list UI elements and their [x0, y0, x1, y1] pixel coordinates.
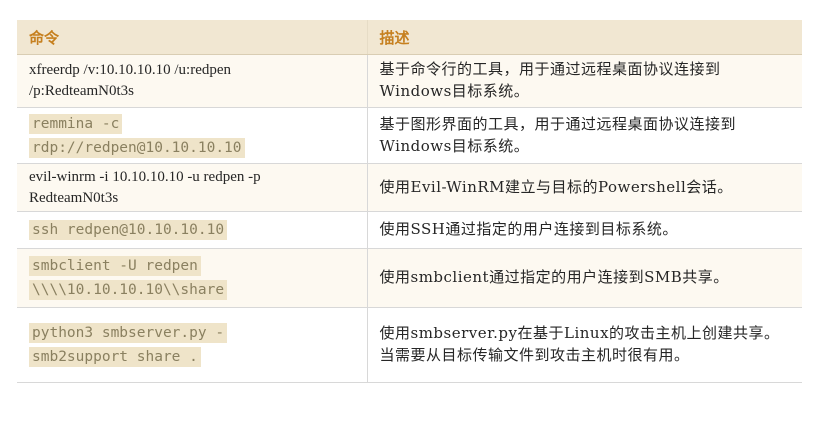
description-cell: 基于命令行的工具，用于通过远程桌面协议连接到Windows目标系统。 — [366, 54, 802, 108]
command-cell: ssh redpen@10.10.10.10 — [17, 211, 367, 249]
description-cell: 使用smbclient通过指定的用户连接到SMB共享。 — [366, 248, 802, 308]
description-text: 基于图形界面的工具，用于通过远程桌面协议连接到Windows目标系统。 — [379, 114, 737, 155]
command-text: xfreerdp /v:10.10.10.10 /u:redpen /p:Red… — [29, 62, 232, 99]
description-text: 使用smbserver.py在基于Linux的攻击主机上创建共享。当需要从目标传… — [379, 324, 780, 364]
command-code: ssh redpen@10.10.10.10 — [29, 220, 228, 240]
command-code: remmina -c rdp://redpen@10.10.10.10 — [29, 113, 245, 158]
header-row: 命令 描述 — [17, 20, 802, 55]
table-row: python3 smbserver.py - smb2support share… — [17, 307, 802, 383]
table-row: evil-winrm -i 10.10.10.10 -u redpen -p R… — [17, 163, 802, 212]
command-table: 命令 描述 xfreerdp /v:10.10.10.10 /u:redpen … — [17, 20, 802, 383]
command-cell: remmina -c rdp://redpen@10.10.10.10 — [17, 107, 367, 164]
description-cell: 使用SSH通过指定的用户连接到目标系统。 — [366, 211, 802, 249]
table-row: ssh redpen@10.10.10.10 使用SSH通过指定的用户连接到目标… — [17, 211, 802, 249]
description-cell: 基于图形界面的工具，用于通过远程桌面协议连接到Windows目标系统。 — [366, 107, 802, 164]
command-cell: python3 smbserver.py - smb2support share… — [17, 307, 367, 383]
table-row: xfreerdp /v:10.10.10.10 /u:redpen /p:Red… — [17, 54, 802, 108]
description-text: 使用smbclient通过指定的用户连接到SMB共享。 — [379, 268, 729, 286]
header-description: 描述 — [366, 20, 802, 55]
command-cell: smbclient -U redpen \\\\10.10.10.10\\sha… — [17, 248, 367, 308]
command-text: evil-winrm -i 10.10.10.10 -u redpen -p R… — [29, 168, 261, 206]
command-cell: xfreerdp /v:10.10.10.10 /u:redpen /p:Red… — [17, 54, 367, 108]
table-row: smbclient -U redpen \\\\10.10.10.10\\sha… — [17, 248, 802, 308]
command-cell: evil-winrm -i 10.10.10.10 -u redpen -p R… — [17, 163, 367, 212]
command-code: smbclient -U redpen \\\\10.10.10.10\\sha… — [29, 256, 228, 300]
description-text: 使用SSH通过指定的用户连接到目标系统。 — [379, 220, 678, 238]
description-text: 使用Evil-WinRM建立与目标的Powershell会话。 — [379, 177, 733, 196]
table-body: xfreerdp /v:10.10.10.10 /u:redpen /p:Red… — [17, 54, 802, 383]
command-code: python3 smbserver.py - smb2support share… — [29, 323, 228, 367]
description-cell: 使用Evil-WinRM建立与目标的Powershell会话。 — [366, 163, 802, 212]
table-row: remmina -c rdp://redpen@10.10.10.10 基于图形… — [17, 107, 802, 164]
description-text: 基于命令行的工具，用于通过远程桌面协议连接到Windows目标系统。 — [379, 60, 721, 100]
table-header: 命令 描述 — [17, 20, 802, 55]
description-cell: 使用smbserver.py在基于Linux的攻击主机上创建共享。当需要从目标传… — [366, 307, 802, 383]
header-command: 命令 — [17, 20, 367, 55]
